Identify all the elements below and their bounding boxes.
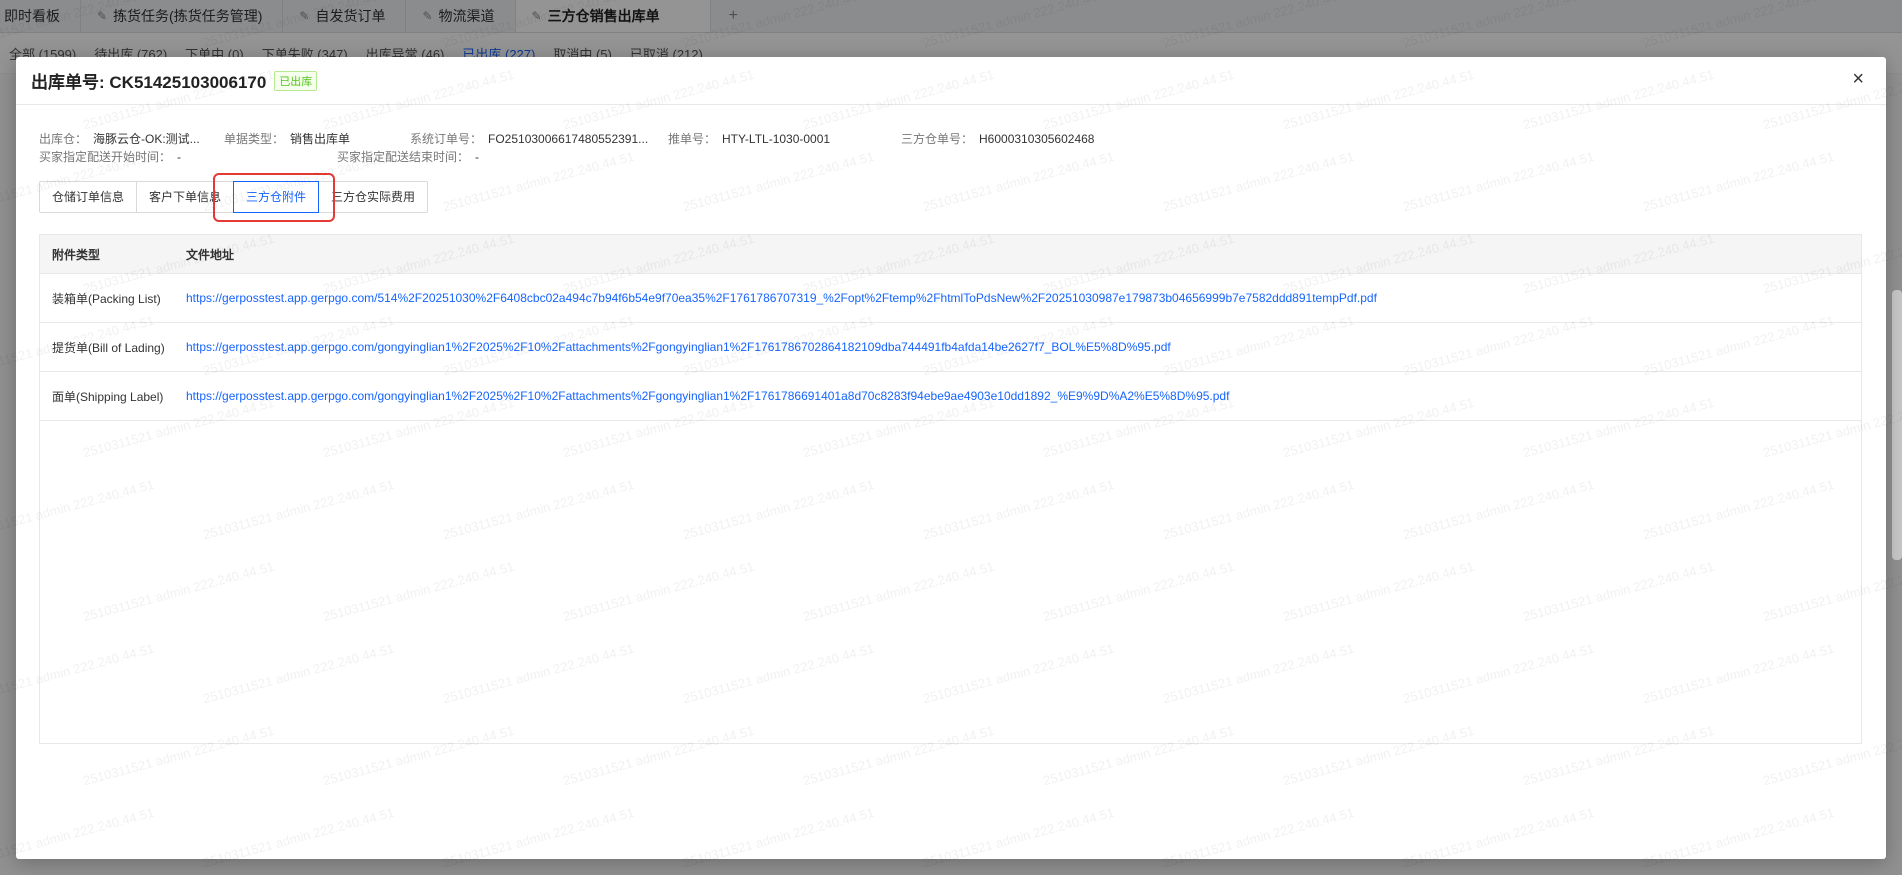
column-header-type: 附件类型: [52, 247, 101, 262]
attachments-table: 附件类型 文件地址 装箱单(Packing List) https://gerp…: [39, 234, 1862, 744]
info-warehouse: 出库仓： 海豚云仓-OK:测试...: [39, 130, 200, 147]
attachment-type: 面单(Shipping Label): [52, 389, 164, 404]
info-value: 销售出库单: [290, 132, 351, 146]
info-value: -: [177, 150, 182, 164]
info-delivery-start: 买家指定配送开始时间： -: [39, 148, 181, 165]
table-row: 装箱单(Packing List) https://gerposstest.ap…: [40, 274, 1861, 323]
page-scrollbar[interactable]: [1892, 290, 1902, 560]
column-header-url: 文件地址: [186, 247, 235, 262]
tab-third-party-actual-cost[interactable]: 三方仓实际费用: [318, 181, 429, 213]
attachment-type: 提货单(Bill of Lading): [52, 340, 165, 355]
outbound-detail-modal: 出库单号: CK51425103006170 已出库 × 出库仓： 海豚云仓-OK…: [16, 57, 1886, 859]
close-icon[interactable]: ×: [1852, 69, 1864, 89]
attachment-link[interactable]: https://gerposstest.app.gerpgo.com/gongy…: [186, 340, 1861, 354]
info-label: 买家指定配送结束时间：: [337, 150, 470, 164]
table-row: 提货单(Bill of Lading) https://gerposstest.…: [40, 323, 1861, 372]
modal-header: 出库单号: CK51425103006170 已出库: [16, 57, 1886, 105]
table-header: 附件类型 文件地址: [40, 235, 1861, 274]
attachment-link[interactable]: https://gerposstest.app.gerpgo.com/gongy…: [186, 389, 1861, 403]
attachment-link[interactable]: https://gerposstest.app.gerpgo.com/514%2…: [186, 291, 1861, 305]
info-value: HTY-LTL-1030-0001: [722, 132, 831, 146]
info-delivery-end: 买家指定配送结束时间： -: [337, 148, 479, 165]
tab-customer-order-info[interactable]: 客户下单信息: [136, 181, 235, 213]
info-value: H6000310305602468: [979, 132, 1095, 146]
info-label: 单据类型：: [224, 132, 285, 146]
info-doc-type: 单据类型： 销售出库单: [224, 130, 350, 147]
info-system-order: 系统订单号： FO25103006617480552391...: [410, 130, 648, 147]
modal-title: 出库单号: CK51425103006170: [31, 73, 267, 92]
detail-tab-group: 仓储订单信息 客户下单信息 三方仓附件 三方仓实际费用: [39, 181, 429, 213]
info-label: 系统订单号：: [410, 132, 483, 146]
info-third-party-order: 三方仓单号： H6000310305602468: [901, 130, 1094, 147]
status-badge: 已出库: [274, 70, 318, 91]
info-label: 出库仓：: [39, 132, 88, 146]
info-push-order: 推单号： HTY-LTL-1030-0001: [668, 130, 830, 147]
info-value: FO25103006617480552391...: [488, 132, 649, 146]
table-row: 面单(Shipping Label) https://gerposstest.a…: [40, 372, 1861, 421]
info-label: 三方仓单号：: [901, 132, 974, 146]
attachment-type: 装箱单(Packing List): [52, 291, 161, 306]
tab-warehouse-order-info[interactable]: 仓储订单信息: [39, 181, 138, 213]
info-value: 海豚云仓-OK:测试...: [93, 132, 200, 146]
info-value: -: [475, 150, 480, 164]
tab-third-party-attachments[interactable]: 三方仓附件: [233, 181, 320, 213]
info-label: 推单号：: [668, 132, 717, 146]
info-label: 买家指定配送开始时间：: [39, 150, 172, 164]
